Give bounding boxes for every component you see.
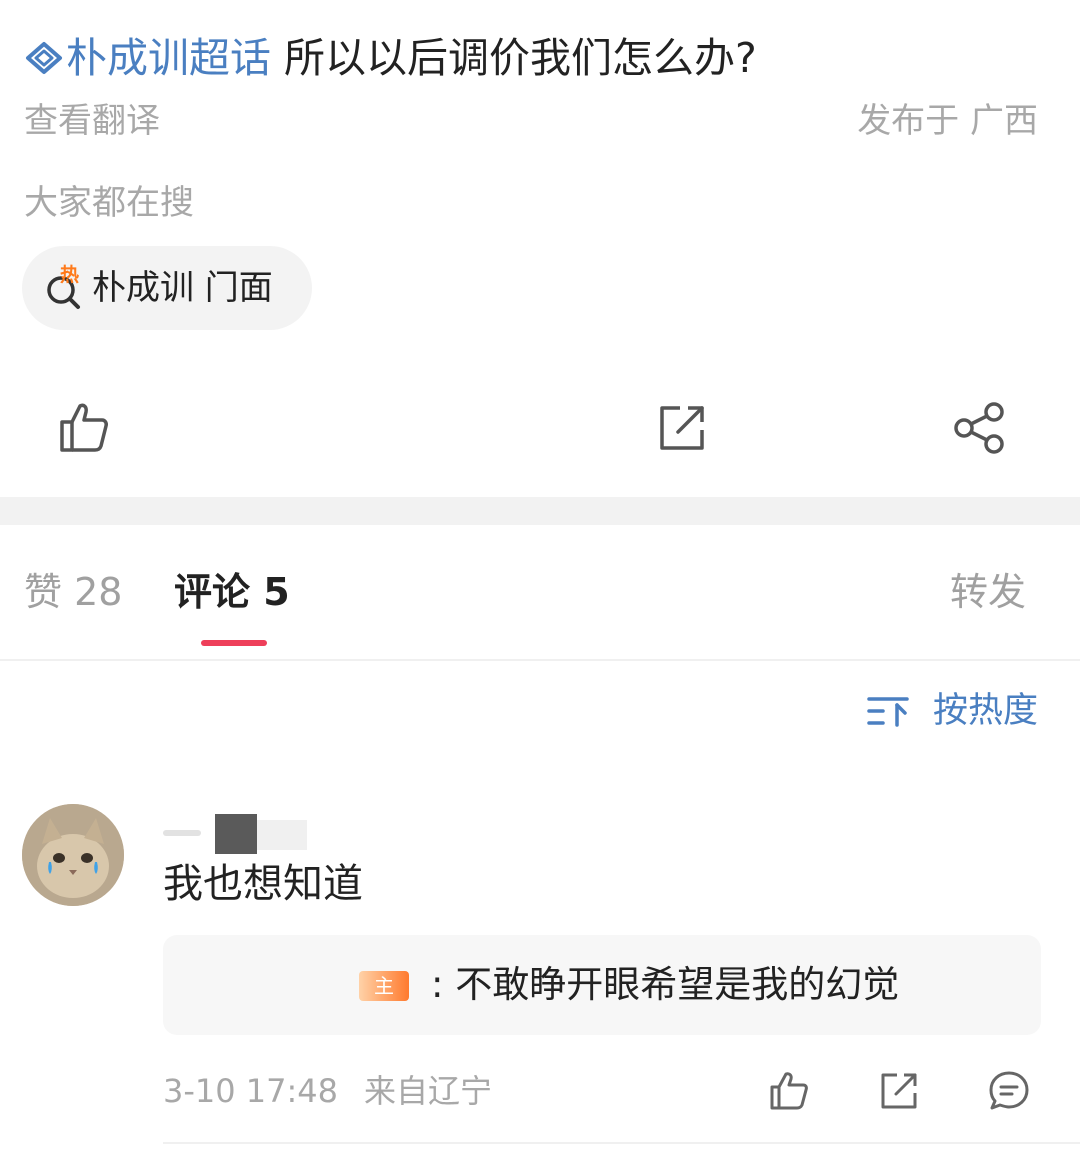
comment-repost-icon[interactable] (876, 1068, 922, 1114)
sort-label[interactable]: 按热度 (933, 688, 1038, 734)
trending-search-heading: 大家都在搜 (24, 183, 194, 223)
diamond-icon (26, 42, 62, 74)
post-action-bar (0, 380, 1080, 480)
comment-time: 3-10 17:48 (163, 1072, 339, 1110)
tab-comments[interactable]: 评论 5 (174, 566, 290, 618)
section-divider (0, 497, 1080, 525)
comment-divider (163, 1142, 1080, 1144)
avatar[interactable] (22, 804, 124, 906)
comment-item: 我也想知道 主 : 不敢睁开眼希望是我的幻觉 3-10 17:48 来自辽宁 (0, 800, 1080, 1153)
topic-link[interactable]: 朴成训超话 (24, 34, 284, 82)
post-title: 朴成训超话 所以以后调价我们怎么办? (24, 28, 1044, 88)
poster-badge: 主 (359, 971, 409, 1001)
reply-text: : 不敢睁开眼希望是我的幻觉 (431, 963, 900, 1006)
hot-badge: 热 (60, 264, 80, 286)
repost-icon[interactable] (652, 398, 712, 458)
comment-text: 我也想知道 (163, 861, 363, 907)
trending-search-query[interactable]: 朴成训 门面 (92, 266, 273, 310)
sort-button[interactable]: 按热度 (867, 688, 1038, 734)
post-text: 所以以后调价我们怎么办? (284, 34, 757, 82)
thumbs-up-icon[interactable] (54, 398, 114, 458)
active-tab-indicator (201, 640, 267, 646)
trending-search-chip[interactable]: 热 朴成训 门面 (22, 246, 312, 330)
reply-preview[interactable]: 主 : 不敢睁开眼希望是我的幻觉 (163, 935, 1041, 1035)
sort-icon (867, 697, 909, 727)
interaction-tabs: 赞 28 评论 5 转发 (0, 556, 1080, 656)
tab-reposts[interactable]: 转发 (950, 566, 1026, 618)
hot-search-icon: 热 (44, 264, 88, 310)
username-redacted (163, 814, 353, 854)
tab-likes[interactable]: 赞 28 (24, 566, 122, 618)
comment-location: 来自辽宁 (364, 1072, 493, 1110)
tabs-divider (0, 659, 1080, 661)
post-location: 发布于 广西 (857, 101, 1038, 141)
comment-reply-icon[interactable] (986, 1068, 1032, 1114)
comment-like-icon[interactable] (766, 1068, 812, 1114)
translate-link[interactable]: 查看翻译 (24, 98, 160, 144)
share-icon[interactable] (950, 398, 1010, 458)
topic-name[interactable]: 朴成训超话 (66, 34, 271, 82)
comment-meta: 3-10 17:48 来自辽宁 (163, 1068, 492, 1114)
